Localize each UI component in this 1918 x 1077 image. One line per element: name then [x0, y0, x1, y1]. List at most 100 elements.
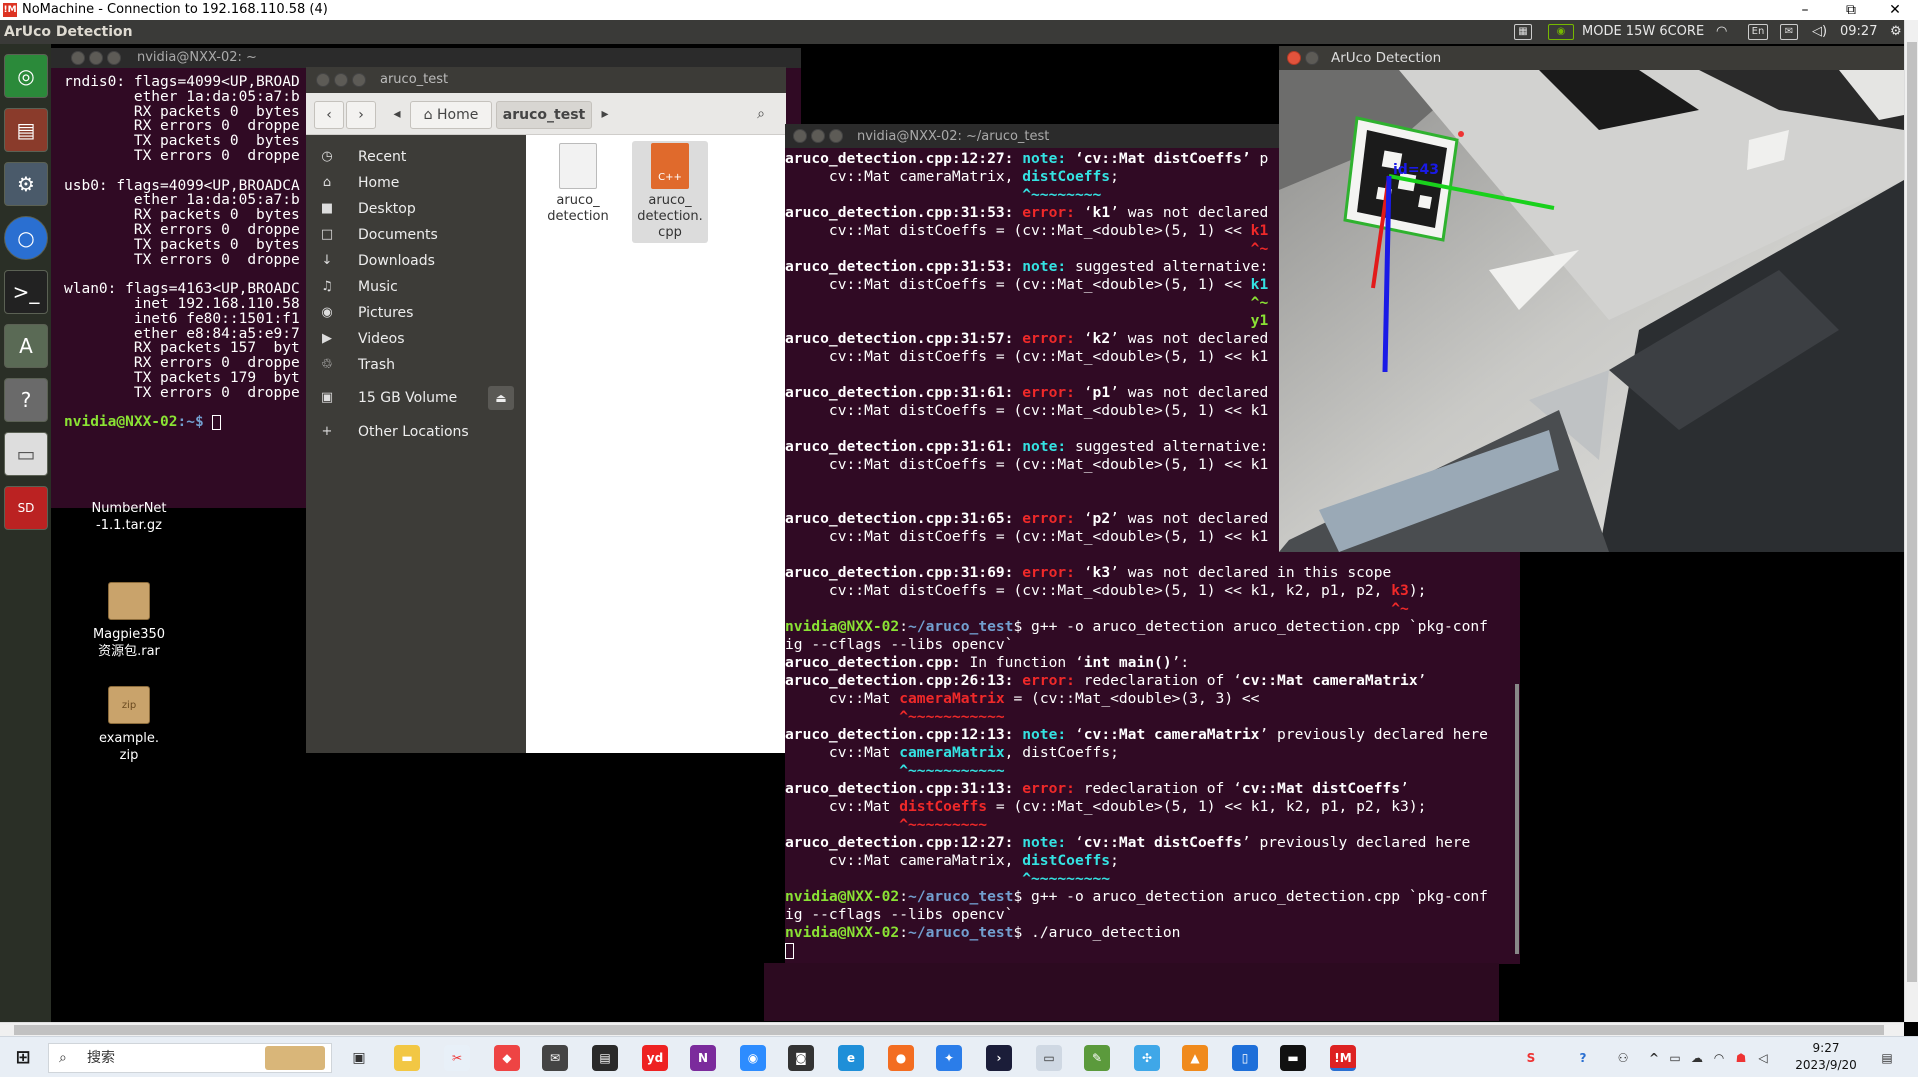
- settings-launcher-icon[interactable]: ⚙: [4, 162, 48, 206]
- close-icon[interactable]: [793, 129, 807, 143]
- terminal-home-titlebar[interactable]: nvidia@NXX-02: ~: [51, 48, 801, 68]
- mail-app-icon[interactable]: ✉: [542, 1045, 568, 1071]
- task-view-icon[interactable]: ▣: [346, 1045, 372, 1071]
- youdao-icon[interactable]: yd: [642, 1045, 668, 1071]
- aruco-window-title: ArUco Detection: [1331, 50, 1442, 66]
- file-explorer-icon[interactable]: ▬: [394, 1045, 420, 1071]
- close-icon[interactable]: [1287, 51, 1301, 65]
- windows-start-icon[interactable]: ⊞: [10, 1045, 36, 1071]
- language-indicator[interactable]: En: [1748, 24, 1768, 40]
- help-launcher-icon[interactable]: ?: [4, 378, 48, 422]
- nomachine-close-button[interactable]: ✕: [1872, 0, 1918, 20]
- app-red-icon[interactable]: ◆: [494, 1045, 520, 1071]
- camera-icon[interactable]: ◙: [788, 1045, 814, 1071]
- app-window-icon[interactable]: ▭: [1036, 1045, 1062, 1071]
- nvidia-icon[interactable]: ◉: [1548, 24, 1574, 40]
- desktop-file-magpie[interactable]: Magpie350 资源包.rar: [69, 582, 189, 660]
- minimize-icon[interactable]: [811, 129, 825, 143]
- tray-app-icon[interactable]: S: [1518, 1045, 1544, 1071]
- file-manager-window[interactable]: aruco_test ‹ › ◂ ⌂ Home aruco_test ▸ ⌕ ◷…: [306, 67, 786, 753]
- aruco-titlebar[interactable]: ArUco Detection: [1279, 46, 1904, 70]
- network-app-icon[interactable]: ✣: [1134, 1045, 1160, 1071]
- sidebar-item-trash[interactable]: ♲ Trash: [306, 349, 526, 381]
- nomachine-minimize-button[interactable]: –: [1782, 0, 1828, 20]
- file-aruco-detection[interactable]: aruco_ detection: [540, 143, 616, 225]
- drive-launcher-icon[interactable]: ▭: [4, 432, 48, 476]
- battery-icon[interactable]: ▭: [1666, 1045, 1684, 1071]
- mail-icon[interactable]: ✉: [1780, 24, 1798, 40]
- volume-icon[interactable]: ◁): [1812, 23, 1827, 41]
- terminal-line: inet 192.168.110.58: [64, 295, 300, 312]
- people-tray-icon[interactable]: ⚇: [1610, 1045, 1636, 1071]
- horizontal-scroll-thumb[interactable]: [14, 1025, 1884, 1035]
- onenote-icon[interactable]: N: [690, 1045, 716, 1071]
- zoom-icon[interactable]: ◉: [740, 1045, 766, 1071]
- minimize-icon[interactable]: [1305, 51, 1319, 65]
- forward-button[interactable]: ›: [346, 101, 376, 129]
- terminal-line: RX packets 0 bytes: [64, 103, 300, 120]
- cloud-icon[interactable]: ☁: [1688, 1045, 1706, 1071]
- wifi-icon[interactable]: ◠: [1716, 23, 1727, 41]
- software-updater-icon[interactable]: A: [4, 324, 48, 368]
- ubuntu-logo-icon[interactable]: ◎: [4, 54, 48, 98]
- close-icon[interactable]: [316, 73, 330, 87]
- desktop-file-example-zip[interactable]: zip example. zip: [69, 686, 189, 764]
- powershell-icon[interactable]: ›: [986, 1045, 1012, 1071]
- maximize-icon[interactable]: [829, 129, 843, 143]
- maximize-icon[interactable]: [352, 73, 366, 87]
- vlc-icon[interactable]: ▲: [1182, 1045, 1208, 1071]
- clock[interactable]: 09:27: [1840, 23, 1877, 41]
- terminal-line: RX errors 0 droppe: [64, 355, 300, 372]
- sidebar-item-15-gb-volume[interactable]: ▣ 15 GB Volume ⏏: [306, 382, 526, 414]
- tray-overflow-icon[interactable]: ^: [1646, 1045, 1662, 1071]
- close-icon[interactable]: [71, 51, 85, 65]
- chromium-launcher-icon[interactable]: ○: [4, 216, 48, 260]
- antivirus-icon[interactable]: ☗: [1732, 1045, 1750, 1071]
- eject-icon[interactable]: ⏏: [488, 386, 514, 410]
- keyboard-icon[interactable]: ▦: [1514, 24, 1532, 40]
- minimize-icon[interactable]: [334, 73, 348, 87]
- terminal-line: RX packets 0 bytes: [64, 207, 300, 224]
- terminal-prompt: nvidia@NXX-02:~$: [64, 413, 300, 431]
- vertical-scrollbar[interactable]: [1904, 20, 1918, 1022]
- terminal-app-icon[interactable]: ▬: [1280, 1045, 1306, 1071]
- notifications-icon[interactable]: ▤: [1874, 1045, 1900, 1071]
- path-left-arrow-icon[interactable]: ◂: [388, 101, 406, 129]
- notepad-icon[interactable]: ✎: [1084, 1045, 1110, 1071]
- store-icon[interactable]: ▤: [592, 1045, 618, 1071]
- feishu-icon[interactable]: ✦: [936, 1045, 962, 1071]
- file-manager-launcher-icon[interactable]: ▤: [4, 108, 48, 152]
- wifi-tray-icon[interactable]: ◠: [1710, 1045, 1728, 1071]
- taskbar-search-box[interactable]: ⌕ 搜索: [48, 1043, 332, 1073]
- help-tray-icon[interactable]: ?: [1570, 1045, 1596, 1071]
- settings-gear-icon[interactable]: ⚙: [1890, 23, 1902, 41]
- back-button[interactable]: ‹: [314, 101, 344, 129]
- desktop-file-numbernet[interactable]: NumberNet -1.1.tar.gz: [69, 500, 189, 534]
- active-app-name: ArUco Detection: [4, 24, 133, 40]
- sd-card-launcher-icon[interactable]: SD: [4, 486, 48, 530]
- phone-link-icon[interactable]: ▯: [1232, 1045, 1258, 1071]
- horizontal-scrollbar[interactable]: [0, 1022, 1904, 1036]
- firefox-icon[interactable]: ●: [888, 1045, 914, 1071]
- vertical-scroll-thumb[interactable]: [1907, 42, 1917, 982]
- sidebar-item-other-locations[interactable]: + Other Locations: [306, 416, 526, 448]
- aruco-detection-window[interactable]: ArUco Detection id=43: [1279, 46, 1904, 552]
- volume-tray-icon[interactable]: ◁: [1754, 1045, 1772, 1071]
- search-icon[interactable]: ⌕: [746, 101, 776, 129]
- power-mode-label[interactable]: MODE 15W 6CORE: [1582, 23, 1704, 41]
- terminal-launcher-icon[interactable]: >_: [4, 270, 48, 314]
- file-aruco-detection-cpp[interactable]: C++ aruco_ detection. cpp: [632, 141, 708, 243]
- path-current-button[interactable]: aruco_test: [496, 101, 592, 129]
- nomachine-maximize-button[interactable]: ⧉: [1828, 0, 1874, 20]
- edge-icon[interactable]: e: [838, 1045, 864, 1071]
- terminal-line: ether e8:84:a5:e9:7: [64, 325, 300, 342]
- path-right-arrow-icon[interactable]: ▸: [596, 101, 614, 129]
- nomachine-taskbar-icon[interactable]: !M: [1330, 1045, 1356, 1071]
- path-home-button[interactable]: ⌂ Home: [410, 101, 492, 129]
- terminal-scrollbar[interactable]: [1515, 684, 1519, 954]
- taskbar-clock[interactable]: 9:27 2023/9/20: [1786, 1040, 1866, 1074]
- snipping-tool-icon[interactable]: ✂: [444, 1045, 470, 1071]
- minimize-icon[interactable]: [89, 51, 103, 65]
- file-manager-titlebar[interactable]: aruco_test: [306, 67, 786, 93]
- maximize-icon[interactable]: [107, 51, 121, 65]
